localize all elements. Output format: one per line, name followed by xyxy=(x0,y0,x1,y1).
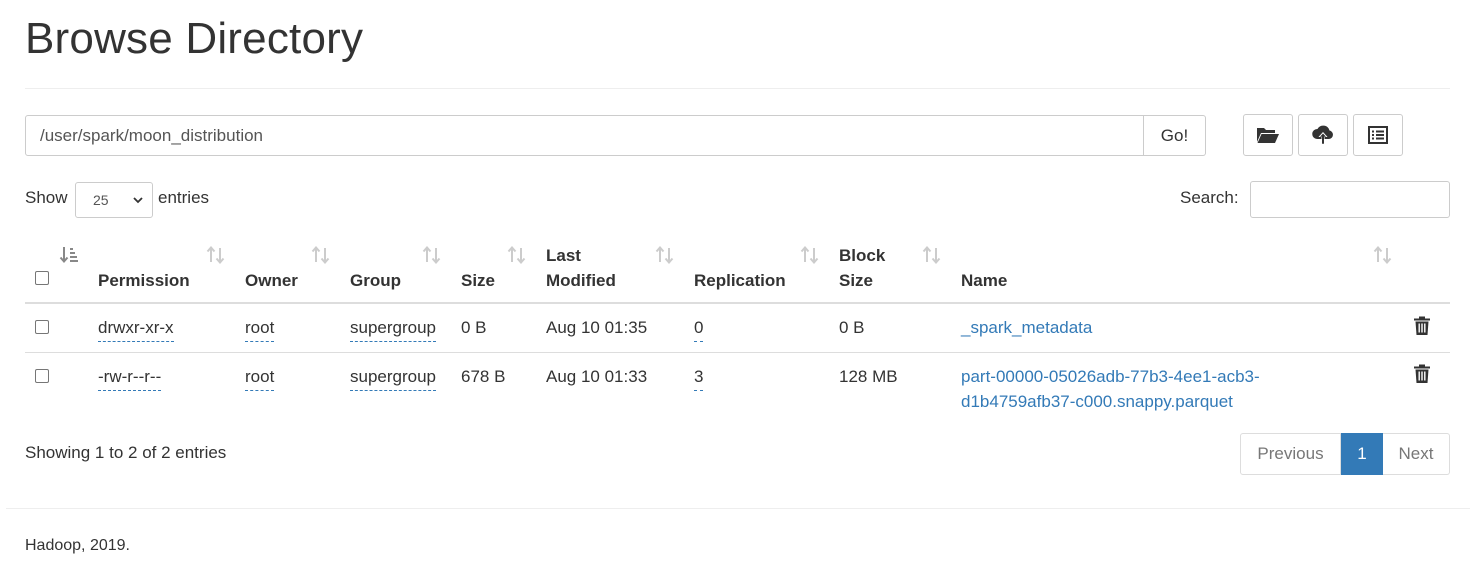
column-block-size-line2: Size xyxy=(839,271,874,290)
column-last-modified[interactable]: Last Modified xyxy=(546,243,616,293)
file-name-link[interactable]: _spark_metadata xyxy=(961,315,1092,340)
create-directory-button[interactable] xyxy=(1243,114,1293,156)
block-size-value: 128 MB xyxy=(839,367,898,386)
pagination: Previous 1 Next xyxy=(1240,433,1450,475)
column-owner[interactable]: Owner xyxy=(245,268,298,293)
table-header-divider xyxy=(25,302,1450,304)
sort-both-icon[interactable] xyxy=(800,246,820,264)
sort-both-icon[interactable] xyxy=(922,246,942,264)
column-name[interactable]: Name xyxy=(961,268,1007,293)
size-value: 678 B xyxy=(461,367,506,386)
column-size[interactable]: Size xyxy=(461,268,495,293)
entries-label: entries xyxy=(158,188,210,207)
group-value[interactable]: supergroup xyxy=(350,315,437,342)
page-length-select[interactable]: 25 xyxy=(75,182,153,218)
trash-icon[interactable] xyxy=(1413,364,1431,384)
file-name-line2: d1b4759afb37-c000.snappy.parquet xyxy=(961,392,1233,411)
last-modified-value: Aug 10 01:33 xyxy=(546,367,648,386)
select-all-checkbox[interactable] xyxy=(35,271,49,285)
row-checkbox[interactable] xyxy=(35,320,49,334)
permission-value[interactable]: drwxr-xr-x xyxy=(98,315,174,342)
column-group[interactable]: Group xyxy=(350,268,401,293)
search-input[interactable] xyxy=(1250,181,1450,218)
group-value[interactable]: supergroup xyxy=(350,364,437,391)
sort-both-icon[interactable] xyxy=(311,246,331,264)
sort-both-icon[interactable] xyxy=(655,246,675,264)
table-info: Showing 1 to 2 of 2 entries xyxy=(25,443,227,462)
size-value: 0 B xyxy=(461,318,487,337)
column-last-modified-line1: Last xyxy=(546,246,581,265)
file-name-link[interactable]: part-00000-05026adb-77b3-4ee1-acb3- d1b4… xyxy=(961,364,1260,414)
page-length-value: 25 xyxy=(93,192,109,208)
last-modified-value: Aug 10 01:35 xyxy=(546,318,648,337)
replication-value[interactable]: 0 xyxy=(694,315,704,342)
footer-divider xyxy=(6,508,1470,509)
cloud-upload-icon xyxy=(1312,125,1333,144)
block-size-value: 0 B xyxy=(839,318,865,337)
column-block-size[interactable]: Block Size xyxy=(839,243,885,293)
page-1-button[interactable]: 1 xyxy=(1341,433,1383,475)
column-block-size-line1: Block xyxy=(839,246,886,265)
sort-ascending-icon[interactable] xyxy=(59,246,79,264)
column-permission[interactable]: Permission xyxy=(98,268,190,293)
go-button[interactable]: Go! xyxy=(1144,115,1206,156)
file-name-line1: part-00000-05026adb-77b3-4ee1-acb3- xyxy=(961,367,1260,386)
column-last-modified-line2: Modified xyxy=(546,271,616,290)
list-alt-icon xyxy=(1368,126,1388,144)
search-label: Search: xyxy=(1180,188,1239,207)
upload-files-button[interactable] xyxy=(1298,114,1348,156)
browse-directory-page: Browse Directory Go! Show 25 entries Sea… xyxy=(0,0,1470,564)
replication-value[interactable]: 3 xyxy=(694,364,704,391)
next-page-button[interactable]: Next xyxy=(1383,433,1450,475)
title-divider xyxy=(25,88,1450,89)
row-checkbox[interactable] xyxy=(35,369,49,383)
folder-open-icon xyxy=(1257,128,1279,143)
directory-path-input[interactable] xyxy=(25,115,1144,156)
show-label: Show xyxy=(25,188,68,207)
sort-both-icon[interactable] xyxy=(1373,246,1393,264)
previous-page-button[interactable]: Previous xyxy=(1240,433,1341,475)
row-divider xyxy=(25,352,1450,353)
sort-both-icon[interactable] xyxy=(422,246,442,264)
owner-value[interactable]: root xyxy=(245,315,275,342)
trash-icon[interactable] xyxy=(1413,316,1431,336)
sort-both-icon[interactable] xyxy=(206,246,226,264)
owner-value[interactable]: root xyxy=(245,364,275,391)
page-title: Browse Directory xyxy=(25,14,364,63)
footer-text: Hadoop, 2019. xyxy=(25,537,130,554)
chevron-down-icon xyxy=(133,197,143,204)
column-replication[interactable]: Replication xyxy=(694,268,786,293)
cut-paste-button[interactable] xyxy=(1353,114,1403,156)
permission-value[interactable]: -rw-r--r-- xyxy=(98,364,162,391)
sort-both-icon[interactable] xyxy=(507,246,527,264)
